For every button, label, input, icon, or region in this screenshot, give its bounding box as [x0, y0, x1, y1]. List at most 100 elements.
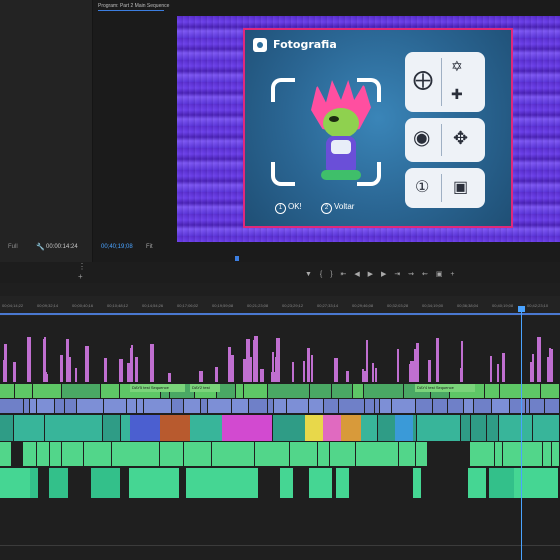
video-clip-thin[interactable]	[362, 369, 364, 382]
audio-clip[interactable]	[365, 399, 374, 413]
export-frame-icon[interactable]: ▣	[436, 271, 446, 278]
video-clip-thin[interactable]	[4, 344, 7, 382]
video-clip[interactable]	[364, 384, 403, 398]
video-clip-thin[interactable]	[104, 358, 107, 382]
color-clip[interactable]	[160, 415, 190, 441]
video-clip[interactable]	[236, 384, 243, 398]
color-clip[interactable]	[305, 415, 323, 441]
audio-clip[interactable]	[0, 442, 11, 466]
audio-clip[interactable]	[530, 399, 544, 413]
video-clip[interactable]	[101, 384, 119, 398]
video-clip-thin[interactable]	[150, 344, 154, 382]
step-forward-icon[interactable]: ▶	[381, 271, 389, 278]
video-clip-labeled[interactable]: DAY5 test Sequence	[130, 384, 185, 392]
audio-clip[interactable]	[287, 399, 308, 413]
audio-clip[interactable]	[526, 399, 529, 413]
video-clip-thin[interactable]	[131, 345, 133, 382]
audio-clip[interactable]	[232, 399, 248, 413]
video-clip[interactable]	[310, 384, 331, 398]
audio-clip[interactable]	[144, 399, 171, 413]
audio-clip[interactable]	[208, 399, 231, 413]
video-clip-thin[interactable]	[532, 354, 534, 382]
audio-clip[interactable]	[65, 399, 76, 413]
audio-clip[interactable]	[184, 442, 211, 466]
video-clip-thin[interactable]	[375, 368, 377, 382]
color-clip[interactable]	[323, 415, 341, 441]
video-clip-thin[interactable]	[366, 340, 368, 382]
video-clip-thin[interactable]	[250, 357, 252, 382]
audio-clip[interactable]	[14, 415, 44, 441]
program-fit-select[interactable]: Fit	[146, 244, 153, 250]
audio-clip-low[interactable]	[336, 468, 349, 498]
go-to-out-icon[interactable]: ⇥	[394, 271, 403, 278]
audio-clip[interactable]	[274, 399, 286, 413]
audio-clip[interactable]	[433, 399, 447, 413]
audio-clip[interactable]	[399, 442, 415, 466]
video-clip-thin[interactable]	[66, 339, 69, 382]
audio-clip-low[interactable]	[489, 468, 515, 498]
audio-clip[interactable]	[380, 399, 391, 413]
audio-clip[interactable]	[0, 399, 23, 413]
audio-clip[interactable]	[545, 399, 559, 413]
play-icon[interactable]: ▶	[368, 271, 376, 278]
video-clip[interactable]	[0, 384, 14, 398]
program-panel-title[interactable]: Program: Part 2 Main Sequence	[98, 3, 169, 9]
go-to-in-icon[interactable]: ⇤	[340, 271, 349, 278]
video-clip[interactable]	[62, 384, 100, 398]
insert-icon[interactable]: ⇝	[408, 271, 417, 278]
audio-clip[interactable]	[112, 442, 159, 466]
video-clip-thin[interactable]	[45, 372, 47, 382]
audio-clip[interactable]	[470, 442, 494, 466]
audio-clip[interactable]	[487, 415, 498, 441]
color-clip[interactable]	[222, 415, 272, 441]
video-clip-thin[interactable]	[303, 361, 305, 382]
video-clip-thin[interactable]	[230, 355, 234, 382]
audio-clip-low[interactable]	[162, 468, 179, 498]
video-clip-labeled[interactable]: DAY4 test Sequence	[415, 384, 475, 392]
in-point-icon[interactable]: {	[320, 271, 325, 278]
audio-clip[interactable]	[212, 442, 254, 466]
audio-clip[interactable]	[62, 442, 83, 466]
step-back-icon[interactable]: ◀	[354, 271, 362, 278]
audio-clip[interactable]	[184, 399, 200, 413]
video-clip-thin[interactable]	[28, 360, 31, 382]
video-clip-thin[interactable]	[13, 362, 16, 382]
audio-clip[interactable]	[160, 442, 183, 466]
video-clip-thin[interactable]	[271, 372, 274, 382]
color-clip[interactable]	[341, 415, 361, 441]
audio-clip[interactable]	[30, 399, 36, 413]
video-clip-thin[interactable]	[292, 362, 294, 382]
program-playhead-marker[interactable]	[235, 256, 239, 261]
audio-clip[interactable]	[84, 442, 111, 466]
video-clip-thin[interactable]	[372, 363, 374, 382]
video-clip-thin[interactable]	[75, 368, 77, 382]
source-timecode[interactable]: 00:00:14:24	[46, 244, 78, 250]
audio-clip[interactable]	[503, 442, 542, 466]
audio-clip[interactable]	[495, 442, 502, 466]
out-point-icon[interactable]: }	[330, 271, 335, 278]
color-clip[interactable]	[395, 415, 413, 441]
audio-clip[interactable]	[55, 399, 64, 413]
color-clip[interactable]	[130, 415, 160, 441]
audio-clip[interactable]	[356, 442, 398, 466]
audio-clip[interactable]	[330, 442, 355, 466]
marker-icon[interactable]: ▼	[305, 271, 315, 278]
audio-clip[interactable]	[417, 415, 460, 441]
audio-clip-low[interactable]	[413, 468, 421, 498]
video-clip-thin[interactable]	[307, 348, 310, 382]
audio-clip-low[interactable]	[205, 468, 213, 498]
video-clip-thin[interactable]	[410, 361, 414, 382]
video-clip-thin[interactable]	[549, 348, 551, 382]
video-clip-thin[interactable]	[537, 337, 541, 382]
source-zoom-select[interactable]: Full	[8, 244, 18, 250]
video-clip-thin[interactable]	[416, 343, 419, 382]
video-clip-thin[interactable]	[168, 373, 171, 382]
video-clip-thin[interactable]	[436, 338, 439, 382]
video-clip-thin[interactable]	[246, 339, 250, 382]
video-clip-thin[interactable]	[215, 367, 218, 382]
video-clip-thin[interactable]	[85, 346, 89, 382]
audio-clip[interactable]	[318, 442, 329, 466]
audio-clip[interactable]	[461, 415, 470, 441]
program-timecode[interactable]: 00;40;19;08	[101, 244, 133, 250]
video-clip-thin[interactable]	[260, 369, 264, 382]
